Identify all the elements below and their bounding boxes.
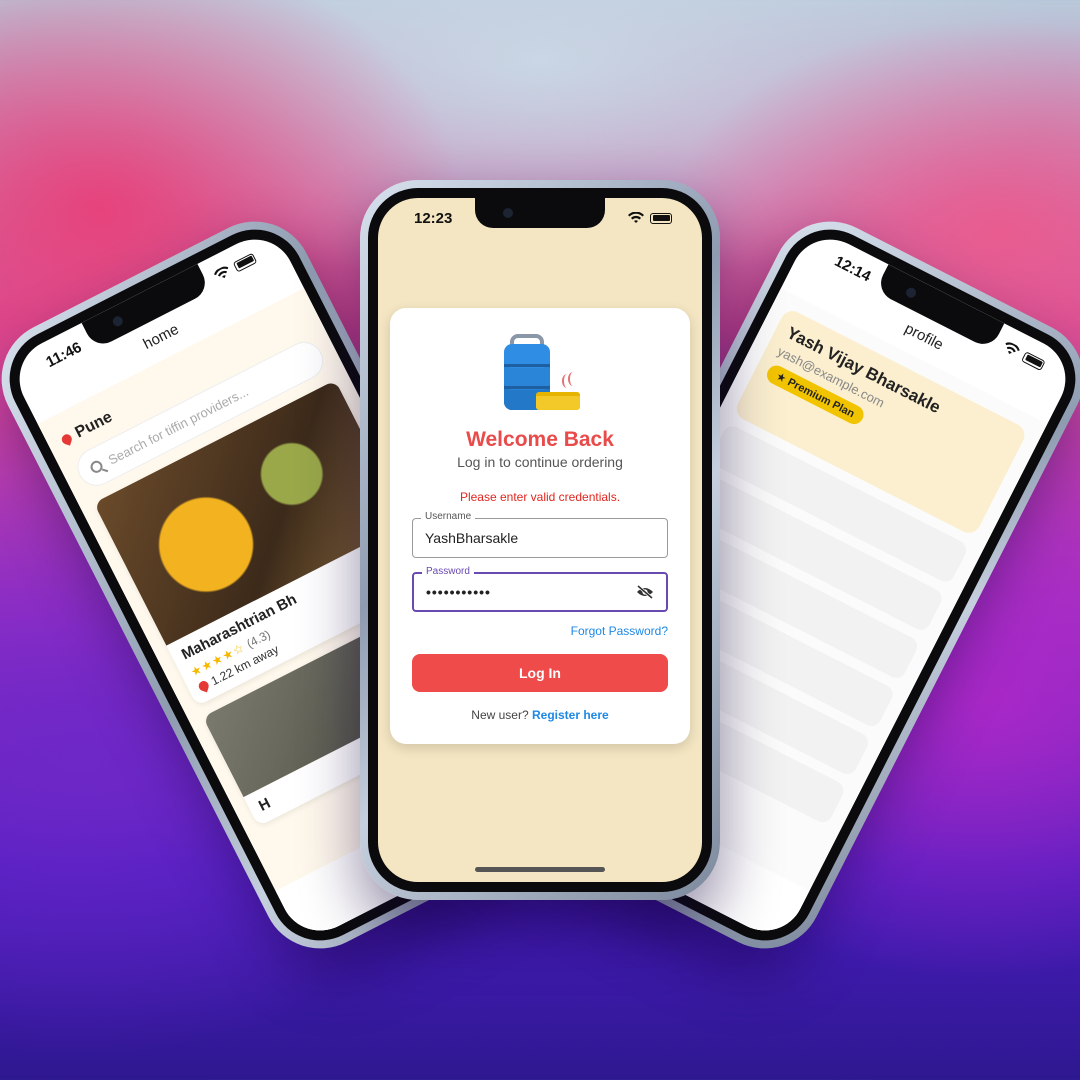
register-prompt: New user? Register here	[412, 708, 668, 722]
forgot-password-link[interactable]: Forgot Password?	[412, 624, 668, 638]
battery-icon	[1021, 350, 1046, 371]
battery-icon	[232, 252, 258, 273]
error-message: Please enter valid credentials.	[459, 490, 621, 504]
welcome-subtitle: Log in to continue ordering	[457, 454, 623, 470]
login-screen: 12:23 Welcome Back Log in to continue or…	[378, 198, 702, 882]
status-time: 11:46	[43, 338, 85, 371]
battery-icon	[650, 212, 672, 224]
home-indicator	[475, 867, 605, 872]
phone-login-screen: 12:23 Welcome Back Log in to continue or…	[360, 180, 720, 900]
search-icon	[88, 458, 105, 475]
wifi-icon	[1005, 342, 1020, 354]
wifi-icon	[628, 212, 644, 223]
password-label: Password	[422, 566, 474, 577]
status-time: 12:23	[414, 209, 453, 227]
login-card: Welcome Back Log in to continue ordering…	[390, 308, 690, 744]
wifi-icon	[214, 266, 229, 279]
location-label: Pune	[72, 408, 116, 442]
username-label: Username	[421, 511, 476, 522]
new-user-text: New user?	[471, 708, 529, 722]
username-field[interactable]: Username	[412, 511, 668, 558]
status-time: 12:14	[831, 252, 874, 285]
register-link[interactable]: Register here	[532, 708, 609, 722]
password-input[interactable]: •••••••••••	[426, 584, 491, 600]
login-button[interactable]: Log In	[412, 654, 668, 692]
eye-off-icon[interactable]	[636, 585, 654, 599]
password-field[interactable]: Password •••••••••••	[412, 566, 668, 612]
pin-icon	[60, 433, 74, 446]
pin-icon	[197, 679, 211, 693]
welcome-title: Welcome Back	[466, 428, 614, 451]
status-bar: 12:23	[378, 208, 702, 228]
tiffin-icon	[498, 334, 582, 416]
username-input[interactable]	[425, 530, 655, 546]
